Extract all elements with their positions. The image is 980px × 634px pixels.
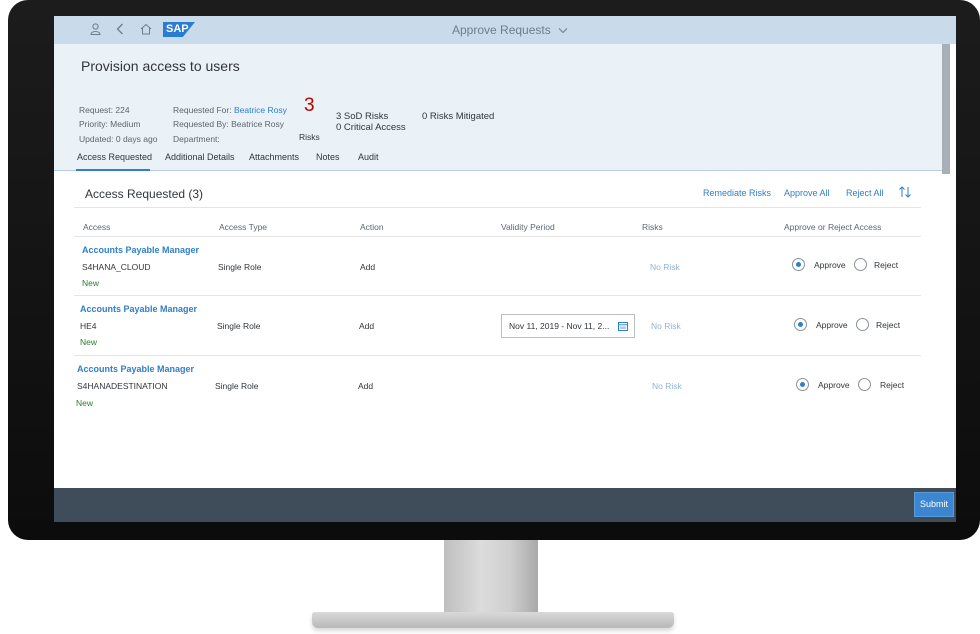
col-risks[interactable]: Risks — [642, 222, 663, 232]
object-header: Provision access to users Request: 224 P… — [54, 44, 942, 171]
page-title: Provision access to users — [81, 58, 240, 74]
access-name-link[interactable]: Accounts Payable Manager — [80, 304, 197, 314]
access-system: S4HANA_CLOUD — [82, 262, 151, 272]
person-icon[interactable] — [90, 23, 101, 37]
sap-logo[interactable]: SAP — [163, 22, 195, 37]
access-type: Single Role — [218, 262, 262, 272]
monitor-bezel: SAP Approve Requests Provision access to… — [8, 0, 980, 540]
reject-radio[interactable] — [856, 318, 869, 331]
remediate-risks-button[interactable]: Remediate Risks — [703, 188, 771, 198]
critical-access: 0 Critical Access — [336, 122, 406, 133]
updated: Updated: 0 days ago — [79, 134, 158, 144]
shell-title[interactable]: Approve Requests — [452, 23, 568, 37]
tab-additional-details[interactable]: Additional Details — [165, 152, 235, 162]
reject-label: Reject — [874, 260, 899, 270]
tab-underline — [76, 169, 150, 171]
requested-for-label: Requested For: — [173, 105, 232, 115]
requested-by: Requested By: Beatrice Rosy — [173, 119, 285, 129]
reject-label: Reject — [876, 320, 901, 330]
status-new: New — [80, 337, 98, 347]
reject-all-button[interactable]: Reject All — [846, 188, 884, 198]
approve-radio[interactable] — [796, 378, 809, 391]
validity-date-picker[interactable]: Nov 11, 2019 - Nov 11, 2... — [501, 314, 635, 338]
access-action: Add — [359, 321, 375, 331]
risks-mitigated: 0 Risks Mitigated — [422, 111, 495, 122]
tab-access-requested[interactable]: Access Requested — [77, 152, 152, 162]
validity-date-value: Nov 11, 2019 - Nov 11, 2... — [509, 321, 610, 331]
access-type: Single Role — [217, 321, 261, 331]
status-new: New — [82, 278, 100, 288]
back-icon[interactable] — [116, 23, 124, 37]
access-action: Add — [360, 262, 376, 272]
approve-radio[interactable] — [794, 318, 807, 331]
risk-status-link[interactable]: No Risk — [650, 262, 680, 272]
row-divider — [74, 355, 921, 356]
risk-status-link[interactable]: No Risk — [651, 321, 681, 331]
monitor-screen: SAP Approve Requests Provision access to… — [54, 16, 956, 522]
col-access[interactable]: Access — [83, 222, 110, 232]
scrollbar[interactable] — [942, 44, 950, 174]
calendar-icon[interactable] — [618, 321, 628, 334]
submit-button[interactable]: Submit — [914, 492, 954, 517]
shell-title-text[interactable]: Approve Requests — [452, 23, 551, 37]
access-action: Add — [358, 381, 374, 391]
section-title: Access Requested (3) — [85, 187, 204, 201]
col-approve-reject[interactable]: Approve or Reject Access — [784, 222, 881, 232]
approve-label: Approve — [816, 320, 848, 330]
access-name-link[interactable]: Accounts Payable Manager — [77, 364, 194, 374]
monitor-stand-base — [312, 612, 674, 628]
col-access-type[interactable]: Access Type — [219, 222, 267, 232]
row-divider — [74, 295, 921, 296]
requested-for-link[interactable]: Beatrice Rosy — [234, 105, 287, 115]
tab-notes[interactable]: Notes — [316, 152, 340, 162]
reject-label: Reject — [880, 380, 905, 390]
approve-label: Approve — [818, 380, 850, 390]
sort-icon[interactable] — [898, 185, 912, 202]
requested-for: Requested For: Beatrice Rosy — [173, 105, 287, 115]
home-icon[interactable] — [140, 23, 152, 37]
monitor-stand-neck — [444, 540, 538, 614]
approve-label: Approve — [814, 260, 846, 270]
tab-audit[interactable]: Audit — [358, 152, 379, 162]
access-name-link[interactable]: Accounts Payable Manager — [82, 245, 199, 255]
department: Department: — [173, 134, 220, 144]
risk-label: Risks — [299, 132, 320, 142]
access-system: S4HANADESTINATION — [77, 381, 168, 391]
priority: Priority: Medium — [79, 119, 141, 129]
request-id: Request: 224 — [79, 105, 130, 115]
access-system: HE4 — [80, 321, 97, 331]
shell-bar: SAP Approve Requests — [54, 16, 956, 44]
approve-radio[interactable] — [792, 258, 805, 271]
approve-all-button[interactable]: Approve All — [784, 188, 830, 198]
sod-risks: 3 SoD Risks — [336, 111, 389, 122]
status-new: New — [76, 398, 94, 408]
access-type: Single Role — [215, 381, 259, 391]
reject-radio[interactable] — [854, 258, 867, 271]
risk-count[interactable]: 3 — [304, 95, 315, 117]
chevron-down-icon[interactable] — [558, 27, 568, 34]
tab-attachments[interactable]: Attachments — [249, 152, 299, 162]
col-validity-period[interactable]: Validity Period — [501, 222, 555, 232]
col-action[interactable]: Action — [360, 222, 384, 232]
risk-status-link[interactable]: No Risk — [652, 381, 682, 391]
reject-radio[interactable] — [858, 378, 871, 391]
footer-bar — [54, 488, 956, 522]
